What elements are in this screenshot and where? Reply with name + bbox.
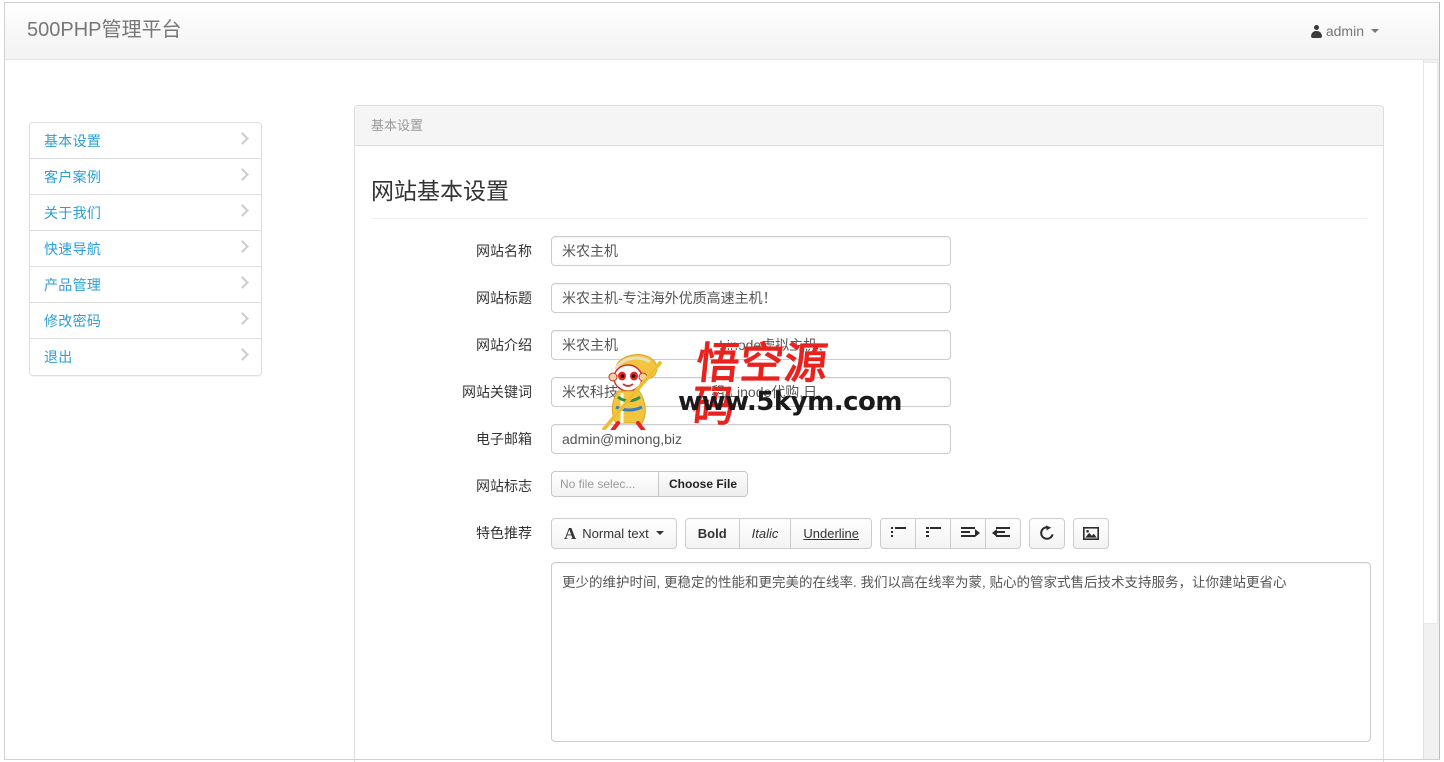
site-name-input[interactable] — [551, 235, 951, 266]
panel-heading: 基本设置 — [355, 106, 1383, 146]
form-row-site-name: 网站名称 — [371, 235, 1367, 266]
site-settings-form: 网站名称 网站标题 网站介绍 网站关键词 — [371, 235, 1371, 742]
image-icon[interactable] — [1073, 517, 1110, 549]
page-scrollbar-thumb[interactable] — [1423, 62, 1438, 624]
editor-content-text: 更少的维护时间, 更稳定的性能和更完美的在线率. 我们以高在线率为蒙, 贴心的管… — [562, 574, 1287, 590]
form-label: 网站标志 — [476, 477, 532, 494]
text-style-label: Normal text — [582, 525, 649, 541]
link-group — [1029, 517, 1066, 549]
editor-toolbar: A Normal text Bold Italic Underline — [551, 517, 1371, 549]
form-row-email: 电子邮箱 — [371, 423, 1367, 454]
choose-file-button[interactable]: Choose File — [658, 471, 748, 496]
chevron-right-icon — [236, 132, 249, 145]
sidebar-item-label: 客户案例 — [44, 169, 102, 185]
link-icon[interactable] — [1029, 517, 1066, 549]
form-row-featured-editor: 特色推荐 A Normal text Bold Italic Underline… — [371, 517, 1371, 742]
italic-button[interactable]: Italic — [738, 517, 792, 549]
form-label: 电子邮箱 — [476, 430, 532, 447]
text-style-dropdown[interactable]: A Normal text — [551, 517, 677, 549]
underline-button[interactable]: Underline — [790, 517, 873, 549]
form-label: 特色推荐 — [476, 524, 532, 541]
sidebar-menu: 基本设置 客户案例 关于我们 快速导航 产品管理 修改密码 退出 — [29, 122, 262, 376]
sidebar-item-label: 修改密码 — [44, 313, 102, 329]
sidebar-item-about-us[interactable]: 关于我们 — [30, 195, 261, 231]
site-keywords-input[interactable] — [551, 376, 951, 407]
user-menu-label: admin — [1325, 23, 1364, 39]
site-title-input[interactable] — [551, 282, 951, 313]
image-group — [1073, 517, 1110, 549]
sidebar-item-change-password[interactable]: 修改密码 — [30, 303, 261, 339]
brand-title[interactable]: 500PHP管理平台 — [27, 16, 182, 44]
sidebar-item-basic-settings[interactable]: 基本设置 — [30, 123, 261, 159]
sidebar-item-label: 产品管理 — [44, 277, 102, 293]
form-row-site-logo: 网站标志 No file selec... Choose File — [371, 470, 1367, 501]
chevron-right-icon — [236, 240, 249, 253]
caret-down-icon — [655, 531, 664, 536]
caret-down-icon — [1371, 29, 1379, 33]
font-A-icon: A — [564, 523, 577, 543]
user-icon — [1310, 24, 1322, 38]
sidebar-item-label: 退出 — [44, 349, 73, 365]
unordered-list-icon[interactable] — [880, 517, 917, 549]
form-row-site-intro: 网站介绍 — [371, 329, 1367, 360]
sidebar-item-customer-cases[interactable]: 客户案例 — [30, 159, 261, 195]
text-format-group: Bold Italic Underline — [684, 517, 873, 549]
form-label: 网站关键词 — [462, 383, 532, 400]
email-input[interactable] — [551, 423, 951, 454]
sidebar-item-logout[interactable]: 退出 — [30, 339, 261, 375]
page-title: 网站基本设置 — [371, 177, 1367, 219]
list-indent-group — [880, 517, 1022, 549]
chevron-right-icon — [236, 348, 249, 361]
ordered-list-icon[interactable] — [915, 517, 952, 549]
file-name-text: No file selec... — [560, 476, 636, 491]
bold-button[interactable]: Bold — [684, 517, 740, 549]
form-label: 网站介绍 — [476, 336, 532, 353]
form-row-site-title: 网站标题 — [371, 282, 1367, 313]
outdent-icon[interactable] — [950, 517, 987, 549]
app-screen: 500PHP管理平台 admin 基本设置 客户案例 关于我们 快速导航 产品管… — [0, 0, 1444, 762]
wysiwyg-editor: A Normal text Bold Italic Underline 更少的维… — [551, 517, 1371, 742]
sidebar-item-label: 基本设置 — [44, 133, 102, 149]
form-label: 网站名称 — [476, 242, 532, 259]
user-menu[interactable]: admin — [1310, 21, 1379, 41]
page-body: 基本设置 客户案例 关于我们 快速导航 产品管理 修改密码 退出 基本设置 网站… — [5, 60, 1439, 762]
panel-body: 网站基本设置 网站名称 网站标题 网站介绍 — [355, 146, 1383, 742]
sidebar-item-label: 快速导航 — [44, 241, 102, 257]
editor-content-area[interactable]: 更少的维护时间, 更稳定的性能和更完美的在线率. 我们以高在线率为蒙, 贴心的管… — [551, 561, 1371, 742]
sidebar-item-label: 关于我们 — [44, 205, 102, 221]
form-label: 网站标题 — [476, 289, 532, 306]
site-logo-file-input[interactable]: No file selec... Choose File — [551, 470, 749, 497]
sidebar-item-quick-nav[interactable]: 快速导航 — [30, 231, 261, 267]
chevron-right-icon — [236, 276, 249, 289]
chevron-right-icon — [236, 204, 249, 217]
form-row-site-keywords: 网站关键词 — [371, 376, 1367, 407]
chevron-right-icon — [236, 168, 249, 181]
text-style-group: A Normal text — [551, 517, 677, 549]
top-navbar: 500PHP管理平台 admin — [5, 3, 1439, 60]
site-intro-input[interactable] — [551, 329, 951, 360]
sidebar-item-product-management[interactable]: 产品管理 — [30, 267, 261, 303]
chevron-right-icon — [236, 312, 249, 325]
scrollbar-down-arrow-icon[interactable] — [1424, 743, 1439, 759]
main-panel: 基本设置 网站基本设置 网站名称 网站标题 网站介绍 — [354, 105, 1384, 762]
indent-icon[interactable] — [985, 517, 1022, 549]
